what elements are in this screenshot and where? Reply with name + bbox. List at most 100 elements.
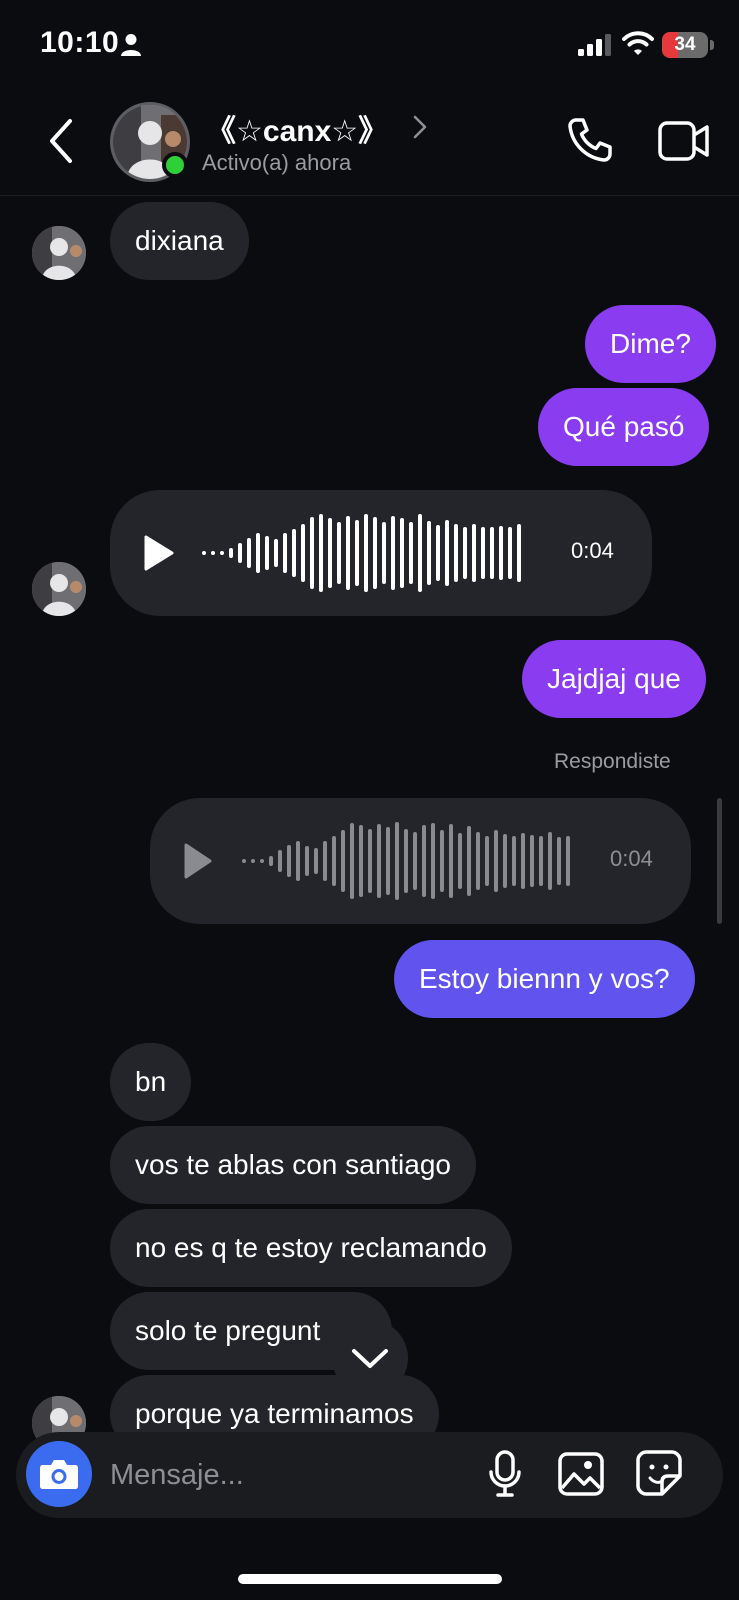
waveform-bar xyxy=(283,533,287,573)
mic-icon[interactable] xyxy=(488,1450,522,1498)
phone-icon[interactable] xyxy=(566,116,614,164)
waveform-bar xyxy=(539,836,543,886)
waveform-bar xyxy=(418,514,422,592)
waveform-bar xyxy=(445,520,449,586)
waveform-bar xyxy=(517,524,521,582)
avatar-photo xyxy=(32,226,86,280)
sender-avatar[interactable] xyxy=(32,562,86,616)
waveform-bar xyxy=(359,825,363,897)
message-bubble[interactable]: vos te ablas con santiago xyxy=(110,1126,476,1204)
waveform-bar xyxy=(463,527,467,579)
contact-status: Activo(a) ahora xyxy=(202,150,352,175)
battery-indicator: 34 xyxy=(662,32,708,58)
waveform-bar xyxy=(220,551,224,555)
waveform-bar xyxy=(242,859,246,863)
waveform-bar xyxy=(328,518,332,588)
waveform-bar xyxy=(382,522,386,584)
waveform-bar xyxy=(211,551,215,555)
waveform-bar xyxy=(373,517,377,589)
waveform-bar xyxy=(260,859,264,863)
waveform-bar xyxy=(292,529,296,577)
battery-tip xyxy=(710,40,714,50)
message-bubble[interactable]: Estoy biennn y vos? xyxy=(394,940,695,1018)
waveform-bar xyxy=(287,845,291,877)
waveform-bar xyxy=(530,835,534,887)
sender-avatar[interactable] xyxy=(32,226,86,280)
waveform-bar xyxy=(499,526,503,580)
back-icon[interactable] xyxy=(46,118,76,164)
camera-button[interactable] xyxy=(26,1441,92,1507)
message-bubble[interactable]: Dime? xyxy=(585,305,716,383)
waveform-bar xyxy=(265,536,269,570)
waveform-bar xyxy=(476,832,480,890)
signal-icon xyxy=(578,34,611,56)
waveform-bar xyxy=(346,516,350,590)
waveform-bar xyxy=(251,859,255,863)
waveform-bar xyxy=(391,516,395,590)
sticker-icon[interactable] xyxy=(636,1450,682,1496)
waveform-bar xyxy=(409,522,413,584)
person-icon xyxy=(121,34,141,56)
waveform-bar xyxy=(278,850,282,872)
waveform-bar xyxy=(305,846,309,876)
waveform-bar xyxy=(332,836,336,886)
waveform-bar xyxy=(472,524,476,582)
waveform-bar xyxy=(247,538,251,568)
waveform-bar xyxy=(422,825,426,897)
message-bubble[interactable]: no es q te estoy reclamando xyxy=(110,1209,512,1287)
waveform-bar xyxy=(431,823,435,899)
waveform-bar xyxy=(368,829,372,893)
avatar-photo xyxy=(32,562,86,616)
message-bubble[interactable]: Jajdjaj que xyxy=(522,640,706,718)
home-indicator xyxy=(238,1574,502,1584)
waveform-bar xyxy=(557,837,561,885)
chevron-right-icon[interactable] xyxy=(412,114,428,140)
waveform-bar xyxy=(229,548,233,558)
waveform-bar xyxy=(454,524,458,582)
scroll-indicator xyxy=(717,798,722,924)
waveform-bar xyxy=(269,856,273,866)
waveform-bar xyxy=(521,833,525,889)
waveform-bar xyxy=(337,522,341,584)
waveform-bar xyxy=(274,539,278,567)
battery-level: 34 xyxy=(674,34,696,55)
waveform-bar xyxy=(319,514,323,592)
waveform-bar xyxy=(323,841,327,881)
play-icon xyxy=(184,843,212,879)
wifi-icon xyxy=(622,31,654,55)
reply-label: Respondiste xyxy=(554,750,671,773)
message-bubble[interactable]: dixiana xyxy=(110,202,249,280)
waveform-bar xyxy=(427,521,431,585)
waveform-bar xyxy=(566,836,570,886)
waveform-bar xyxy=(364,514,368,592)
waveform-bar xyxy=(503,834,507,888)
waveform-bar xyxy=(548,832,552,890)
waveform-bar xyxy=(256,533,260,573)
online-status-dot xyxy=(162,152,188,178)
waveform-bar xyxy=(490,527,494,579)
waveform-bar xyxy=(508,527,512,579)
waveform-bar xyxy=(202,551,206,555)
play-icon xyxy=(144,535,174,571)
waveform-bar xyxy=(377,824,381,898)
waveform-bar xyxy=(355,520,359,586)
voice-message[interactable]: 0:04 xyxy=(110,490,652,616)
waveform-bar xyxy=(350,823,354,899)
contact-name[interactable]: 《☆canx☆》 xyxy=(206,106,388,150)
waveform-bar xyxy=(449,824,453,898)
waveform-bar xyxy=(296,841,300,881)
image-icon[interactable] xyxy=(558,1452,604,1496)
waveform-bar xyxy=(341,830,345,892)
message-bubble[interactable]: bn xyxy=(110,1043,192,1121)
message-bubble[interactable]: Qué pasó xyxy=(538,388,710,466)
waveform-bar xyxy=(404,829,408,893)
waveform-bar xyxy=(467,826,471,896)
replied-voice-message[interactable]: 0:04 xyxy=(150,798,691,924)
scroll-down-button[interactable] xyxy=(332,1320,408,1396)
waveform-bar xyxy=(386,827,390,895)
camera-icon xyxy=(40,1460,78,1489)
video-icon[interactable] xyxy=(658,120,710,162)
waveform-bar xyxy=(413,832,417,890)
waveform-bar xyxy=(314,848,318,874)
message-input[interactable] xyxy=(110,1452,460,1498)
